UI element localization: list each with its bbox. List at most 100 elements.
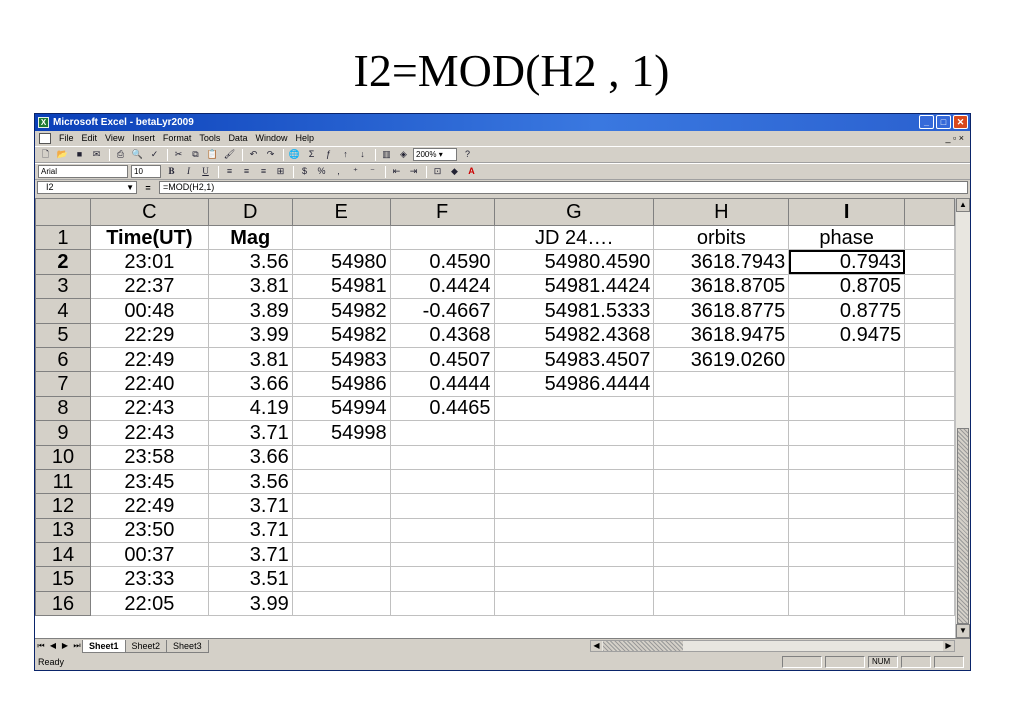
cell[interactable]: 0.4590 [389, 249, 495, 275]
cell[interactable]: 23:50 [89, 517, 209, 544]
menu-data[interactable]: Data [224, 131, 251, 146]
comma-icon[interactable]: , [331, 165, 346, 178]
align-right-icon[interactable]: ≡ [256, 165, 271, 178]
cell[interactable]: 54982.4368 [493, 322, 655, 348]
chart-wizard-icon[interactable]: ▥ [379, 148, 394, 161]
row-header[interactable]: 6 [35, 346, 91, 373]
underline-button[interactable]: U [198, 165, 213, 178]
cell[interactable] [653, 420, 790, 446]
cell[interactable]: 4.19 [207, 395, 293, 422]
row-header[interactable]: 9 [35, 420, 91, 446]
cell[interactable]: 3618.7943 [653, 249, 790, 275]
cell[interactable] [904, 420, 955, 446]
cell[interactable] [291, 566, 391, 592]
cell[interactable] [493, 590, 655, 617]
maximize-button[interactable]: □ [936, 115, 951, 129]
row-header[interactable]: 13 [35, 517, 91, 544]
cell[interactable]: -0.4667 [389, 298, 495, 324]
cell[interactable] [904, 346, 955, 373]
cell[interactable]: 3618.9475 [653, 322, 790, 348]
cell[interactable]: 54980 [291, 249, 391, 275]
cell[interactable]: 54982 [291, 298, 391, 324]
cell[interactable] [653, 371, 790, 397]
decrease-indent-icon[interactable]: ⇤ [389, 165, 404, 178]
cell[interactable] [493, 468, 655, 495]
cell[interactable] [788, 395, 906, 422]
sort-descending-icon[interactable]: ↓ [355, 148, 370, 161]
cell[interactable] [904, 224, 955, 251]
align-left-icon[interactable]: ≡ [222, 165, 237, 178]
cell[interactable] [653, 444, 790, 470]
open-icon[interactable]: 📂 [55, 148, 70, 161]
cell[interactable]: 22:37 [89, 273, 209, 300]
cell[interactable]: 0.7943 [788, 249, 906, 275]
cell[interactable]: 3.51 [207, 566, 293, 592]
cell[interactable]: 54981.5333 [493, 298, 655, 324]
cell[interactable]: 3.81 [207, 346, 293, 373]
cell[interactable] [904, 273, 955, 300]
cell[interactable]: 23:58 [89, 444, 209, 470]
cell[interactable]: 3.66 [207, 371, 293, 397]
tab-sheet1[interactable]: Sheet1 [82, 639, 126, 653]
cell[interactable] [904, 566, 955, 592]
row-header[interactable]: 3 [35, 273, 91, 300]
workbook-icon[interactable] [39, 133, 51, 144]
prev-sheet-icon[interactable]: ◀ [47, 640, 59, 652]
cell[interactable] [291, 542, 391, 568]
cell[interactable] [788, 346, 906, 373]
increase-decimal-icon[interactable]: ⁺ [348, 165, 363, 178]
row-header[interactable]: 15 [35, 566, 91, 592]
formula-input[interactable]: =MOD(H2,1) [159, 181, 968, 194]
cell[interactable]: 54998 [291, 420, 391, 446]
cell[interactable]: 0.4424 [389, 273, 495, 300]
cell[interactable]: orbits [653, 224, 790, 251]
cell[interactable] [389, 590, 495, 617]
cell[interactable]: 23:01 [89, 249, 209, 275]
zoom-select[interactable]: 200% ▾ [413, 148, 457, 161]
cell[interactable] [389, 566, 495, 592]
cell[interactable]: 3.56 [207, 249, 293, 275]
tab-sheet3[interactable]: Sheet3 [166, 639, 209, 653]
cell[interactable] [653, 517, 790, 544]
vertical-scroll-thumb[interactable] [957, 428, 969, 624]
format-painter-icon[interactable]: 🖌 [222, 148, 237, 161]
cell[interactable]: 3.99 [207, 590, 293, 617]
cell[interactable]: 22:43 [89, 395, 209, 422]
cell[interactable]: 22:05 [89, 590, 209, 617]
cell[interactable]: 00:37 [89, 542, 209, 568]
cell[interactable] [904, 395, 955, 422]
row-header[interactable]: 4 [35, 298, 91, 324]
scroll-up-icon[interactable]: ▲ [956, 198, 970, 212]
menu-edit[interactable]: Edit [78, 131, 102, 146]
cell[interactable]: Mag [207, 224, 293, 251]
menu-view[interactable]: View [101, 131, 128, 146]
print-icon[interactable]: ⎙ [113, 148, 128, 161]
menu-format[interactable]: Format [159, 131, 196, 146]
cell[interactable] [653, 542, 790, 568]
cell[interactable] [653, 566, 790, 592]
cell[interactable] [788, 468, 906, 495]
menu-help[interactable]: Help [291, 131, 318, 146]
cell[interactable] [904, 322, 955, 348]
cell[interactable]: 54981.4424 [493, 273, 655, 300]
formula-equals-icon[interactable]: = [137, 183, 159, 193]
cut-icon[interactable]: ✂ [171, 148, 186, 161]
column-header[interactable]: E [291, 198, 391, 226]
name-box[interactable]: I2 ▼ [37, 181, 137, 194]
cell[interactable]: 3.66 [207, 444, 293, 470]
cell[interactable]: 00:48 [89, 298, 209, 324]
cell[interactable] [788, 493, 906, 519]
cell[interactable] [291, 444, 391, 470]
cell[interactable]: 3.89 [207, 298, 293, 324]
cell[interactable]: 3618.8775 [653, 298, 790, 324]
row-header[interactable]: 10 [35, 444, 91, 470]
cell[interactable] [904, 371, 955, 397]
cell[interactable]: 3618.8705 [653, 273, 790, 300]
cell[interactable]: 0.8705 [788, 273, 906, 300]
cell[interactable] [389, 420, 495, 446]
cell[interactable] [493, 420, 655, 446]
undo-icon[interactable]: ↶ [246, 148, 261, 161]
cell[interactable] [291, 517, 391, 544]
cell[interactable]: 3.56 [207, 468, 293, 495]
cell[interactable]: 0.4465 [389, 395, 495, 422]
